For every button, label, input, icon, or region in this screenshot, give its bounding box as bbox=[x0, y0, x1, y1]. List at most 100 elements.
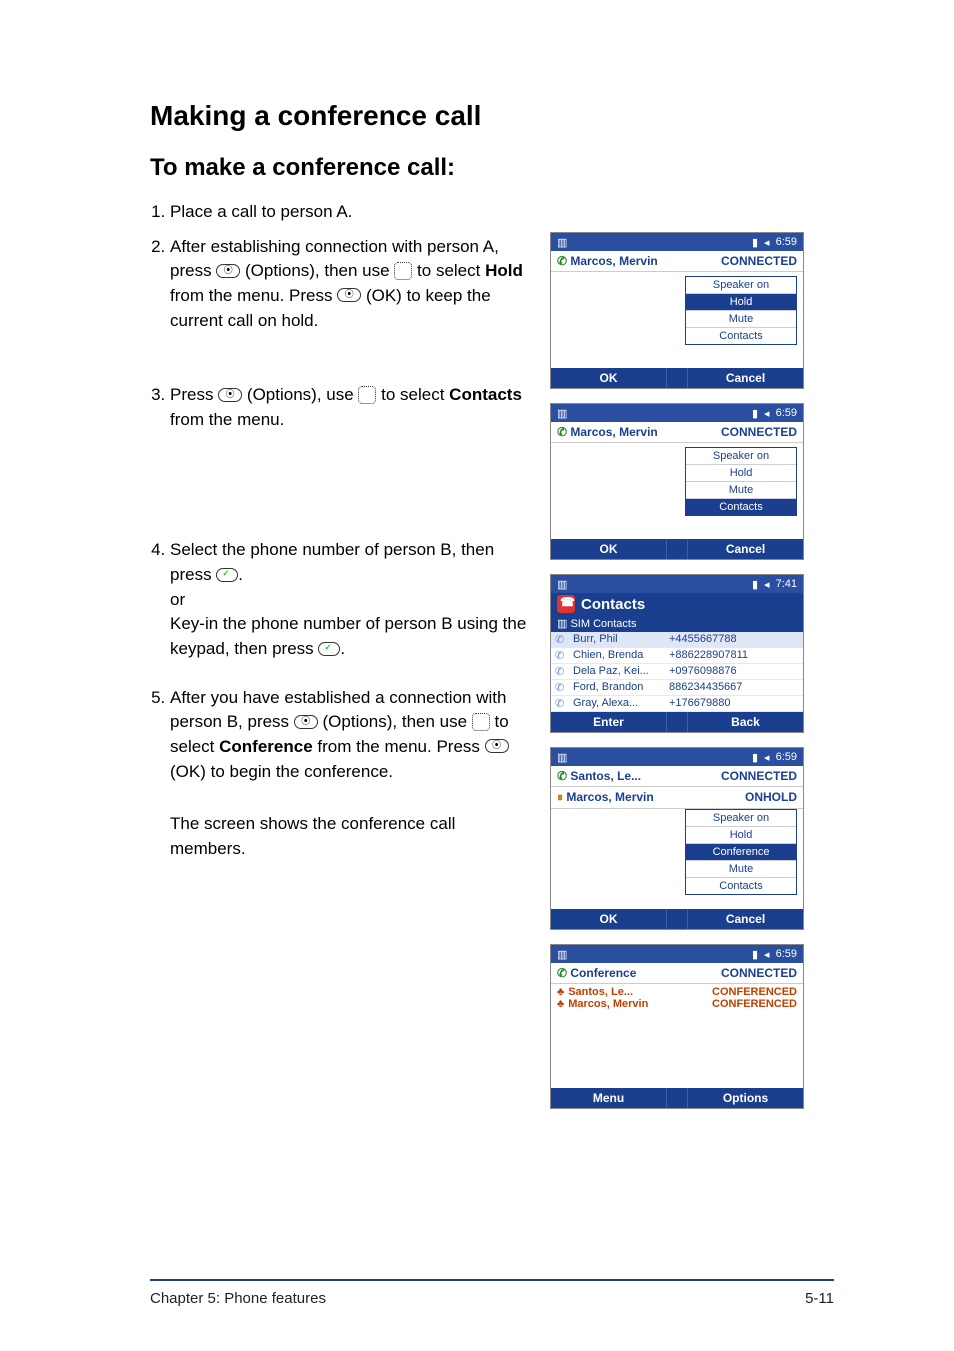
caller-name: Santos, Le... bbox=[570, 769, 641, 783]
battery-icon bbox=[557, 236, 567, 249]
battery-icon bbox=[557, 578, 567, 591]
signal-icon bbox=[752, 948, 758, 961]
options-button-icon: ⦿ bbox=[218, 388, 242, 402]
softkey-enter[interactable]: Enter bbox=[551, 712, 667, 732]
screenshot-conference-members: 6:59 ✆ Conference CONNECTED ♣Santos, Le.… bbox=[550, 944, 804, 1109]
contact-row[interactable]: ✆Dela Paz, Kei...+0976098876 bbox=[551, 664, 803, 680]
signal-icon bbox=[752, 751, 758, 764]
step-3: Press ⦿ (Options), use to select Contact… bbox=[170, 383, 530, 528]
member-status: CONFERENCED bbox=[712, 998, 797, 1010]
step-4-text-b: . bbox=[238, 565, 243, 584]
contact-row[interactable]: ✆Chien, Brenda+886228907811 bbox=[551, 648, 803, 664]
member-name: Marcos, Mervin bbox=[568, 998, 648, 1010]
menu-item-hold[interactable]: Hold bbox=[686, 827, 796, 844]
softkey-ok[interactable]: OK bbox=[551, 368, 667, 388]
options-popup: Speaker on Hold Conference Mute Contacts bbox=[685, 809, 797, 895]
softkey-cancel[interactable]: Cancel bbox=[688, 539, 803, 559]
ok-button-icon: ⦿ bbox=[485, 739, 509, 753]
softkey-ok[interactable]: OK bbox=[551, 539, 667, 559]
step-2-text-b: (Options), then use bbox=[240, 261, 394, 280]
step-3-text-b: (Options), use bbox=[242, 385, 358, 404]
softkey-ok[interactable]: OK bbox=[551, 909, 667, 929]
screenshot-conference-menu: 6:59 ✆ Santos, Le... CONNECTED ⏸ Marcos,… bbox=[550, 747, 804, 930]
menu-item-speaker[interactable]: Speaker on bbox=[686, 810, 796, 827]
step-final-text: The screen shows the conference call mem… bbox=[170, 812, 530, 861]
caller-name: Marcos, Mervin bbox=[570, 425, 657, 439]
call-status: CONNECTED bbox=[721, 254, 797, 268]
step-2-hold: Hold bbox=[485, 261, 523, 280]
nav-key-icon bbox=[358, 386, 376, 404]
call-status: CONNECTED bbox=[721, 425, 797, 439]
softkey-options[interactable]: Options bbox=[688, 1088, 803, 1108]
page-title: Making a conference call bbox=[150, 100, 834, 132]
footer-rule bbox=[150, 1279, 834, 1281]
contact-row[interactable]: ✆Burr, Phil+4455667788 bbox=[551, 632, 803, 648]
member-name: Santos, Le... bbox=[568, 986, 633, 998]
step-2-text-d: from the menu. Press bbox=[170, 286, 337, 305]
step-4-text-d: . bbox=[340, 639, 345, 658]
step-4-text-c: Key-in the phone number of person B usin… bbox=[170, 614, 526, 658]
section-subtitle: To make a conference call: bbox=[150, 154, 834, 182]
screenshot-contacts-menu: 6:59 ✆ Marcos, Mervin CONNECTED Speaker … bbox=[550, 403, 804, 560]
softkey-cancel[interactable]: Cancel bbox=[688, 909, 803, 929]
nav-key-icon bbox=[394, 262, 412, 280]
conference-status: CONNECTED bbox=[721, 966, 797, 980]
status-time: 6:59 bbox=[776, 751, 797, 763]
call-status-2: ONHOLD bbox=[745, 790, 797, 805]
conference-label: Conference bbox=[570, 966, 636, 980]
sound-icon bbox=[764, 751, 770, 764]
step-5-text-e: (OK) to begin the conference. bbox=[170, 762, 393, 781]
sim-icon: ▥ bbox=[557, 618, 570, 630]
sound-icon bbox=[764, 236, 770, 249]
screenshot-hold-menu: 6:59 ✆ Marcos, Mervin CONNECTED Speaker … bbox=[550, 232, 804, 389]
menu-item-conference[interactable]: Conference bbox=[686, 844, 796, 861]
menu-item-speaker[interactable]: Speaker on bbox=[686, 277, 796, 294]
softkey-back[interactable]: Back bbox=[688, 712, 803, 732]
contact-row[interactable]: ✆Gray, Alexa...+176679880 bbox=[551, 696, 803, 712]
status-time: 6:59 bbox=[776, 236, 797, 248]
caller-name: Marcos, Mervin bbox=[570, 254, 657, 268]
status-time: 7:41 bbox=[776, 578, 797, 590]
contact-row[interactable]: ✆Ford, Brandon886234435667 bbox=[551, 680, 803, 696]
battery-icon bbox=[557, 751, 567, 764]
signal-icon bbox=[752, 578, 758, 591]
sound-icon bbox=[764, 948, 770, 961]
menu-item-speaker[interactable]: Speaker on bbox=[686, 448, 796, 465]
battery-icon bbox=[557, 407, 567, 420]
footer-page: 5-11 bbox=[805, 1290, 834, 1307]
softkey-cancel[interactable]: Cancel bbox=[688, 368, 803, 388]
step-5-conference: Conference bbox=[219, 737, 313, 756]
signal-icon bbox=[752, 236, 758, 249]
menu-item-mute[interactable]: Mute bbox=[686, 311, 796, 328]
contacts-icon bbox=[557, 595, 575, 613]
sound-icon bbox=[764, 407, 770, 420]
menu-item-contacts[interactable]: Contacts bbox=[686, 328, 796, 344]
softkey-menu[interactable]: Menu bbox=[551, 1088, 667, 1108]
menu-item-mute[interactable]: Mute bbox=[686, 861, 796, 878]
call-status: CONNECTED bbox=[721, 769, 797, 783]
step-5-text-d: from the menu. Press bbox=[313, 737, 485, 756]
signal-icon bbox=[752, 407, 758, 420]
contacts-title: Contacts bbox=[581, 596, 645, 613]
screenshot-contacts-list: 7:41 Contacts ▥ SIM Contacts ✆Burr, Phil… bbox=[550, 574, 804, 733]
call-button-icon bbox=[318, 642, 340, 656]
step-3-text-c: to select bbox=[376, 385, 449, 404]
step-2: After establishing connection with perso… bbox=[170, 235, 530, 374]
menu-item-mute[interactable]: Mute bbox=[686, 482, 796, 499]
footer-chapter: Chapter 5: Phone features bbox=[150, 1290, 326, 1307]
menu-item-hold[interactable]: Hold bbox=[686, 465, 796, 482]
step-3-text-d: from the menu. bbox=[170, 410, 284, 429]
step-4: Select the phone number of person B, the… bbox=[170, 538, 530, 675]
options-button-icon: ⦿ bbox=[216, 264, 240, 278]
menu-item-contacts[interactable]: Contacts bbox=[686, 878, 796, 894]
ok-button-icon: ⦿ bbox=[337, 288, 361, 302]
step-2-text-c: to select bbox=[412, 261, 485, 280]
caller-name-2: Marcos, Mervin bbox=[566, 790, 653, 804]
menu-item-contacts[interactable]: Contacts bbox=[686, 499, 796, 515]
menu-item-hold[interactable]: Hold bbox=[686, 294, 796, 311]
sim-contacts-label: SIM Contacts bbox=[570, 618, 636, 630]
step-3-text-a: Press bbox=[170, 385, 218, 404]
step-1: Place a call to person A. bbox=[170, 200, 530, 225]
member-status: CONFERENCED bbox=[712, 986, 797, 998]
status-time: 6:59 bbox=[776, 948, 797, 960]
